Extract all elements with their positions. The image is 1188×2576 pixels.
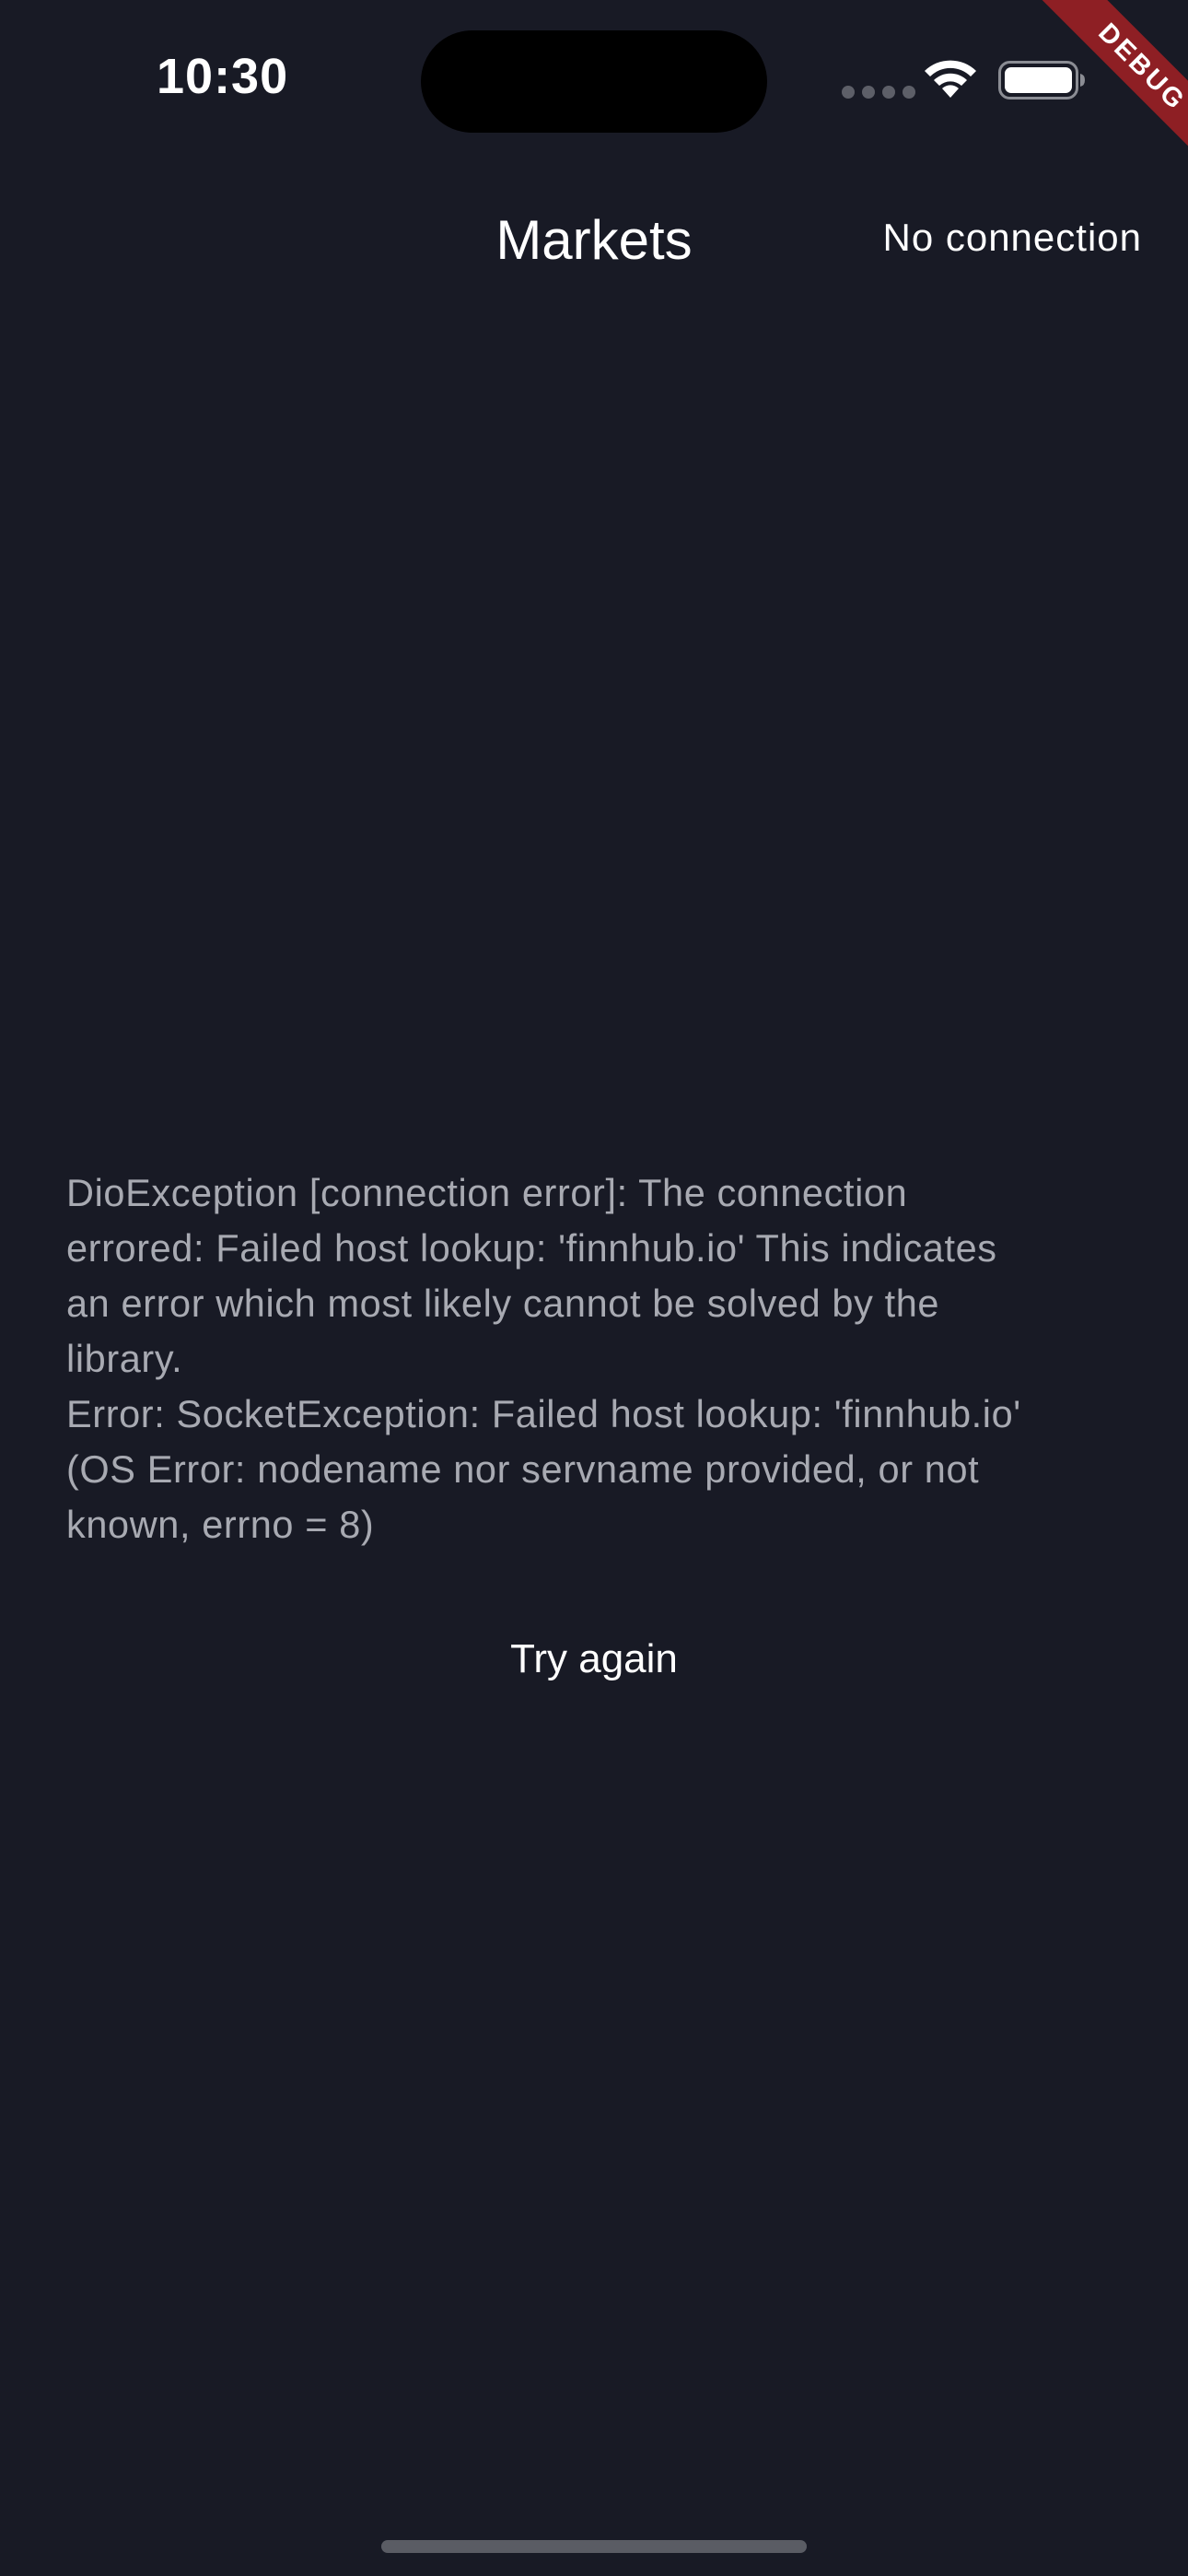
- error-line: errored: Failed host lookup: 'finnhub.io…: [66, 1226, 997, 1270]
- status-bar-time: 10:30: [157, 49, 289, 104]
- try-again-label: Try again: [510, 1636, 678, 1681]
- connection-status-label: No connection: [882, 216, 1142, 259]
- error-line: Error: SocketException: Failed host look…: [66, 1392, 1021, 1435]
- wifi-icon: [925, 60, 976, 98]
- error-line: library.: [66, 1337, 183, 1380]
- error-line: an error which most likely cannot be sol…: [66, 1282, 940, 1325]
- error-line: known, errno = 8): [66, 1503, 375, 1546]
- cellular-signal-icon: [842, 86, 915, 99]
- battery-icon: [998, 61, 1085, 100]
- error-message: DioException [connection error]: The con…: [66, 1165, 1125, 1552]
- home-indicator[interactable]: [381, 2540, 807, 2553]
- try-again-button[interactable]: Try again: [0, 1636, 1188, 1682]
- error-line: DioException [connection error]: The con…: [66, 1171, 908, 1214]
- dynamic-island: [421, 30, 767, 133]
- error-line: (OS Error: nodename nor servname provide…: [66, 1447, 980, 1491]
